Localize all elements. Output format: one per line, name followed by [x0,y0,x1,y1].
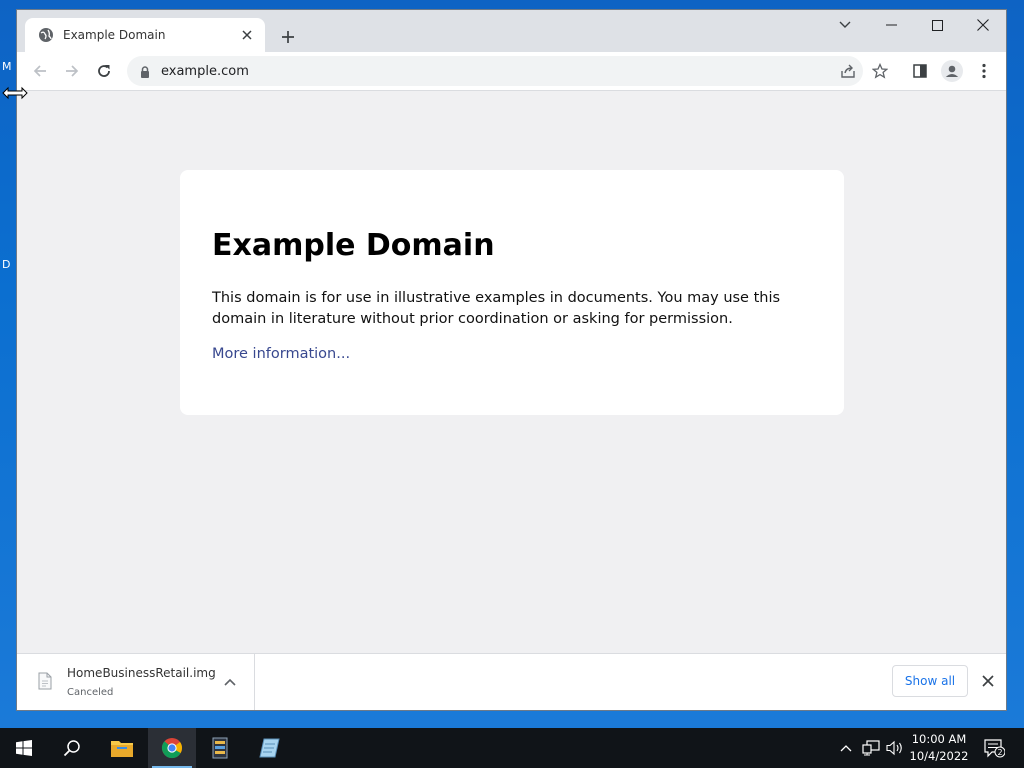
close-download-bar-icon[interactable] [978,671,998,691]
content-card: Example Domain This domain is for use in… [180,170,844,415]
download-filename: HomeBusinessRetail.img [67,666,216,680]
star-icon[interactable] [868,59,892,83]
notification-count: 2 [997,748,1002,757]
clock[interactable]: 10:00 AM 10/4/2022 [906,731,972,765]
browser-window: Example Domain example.com Example Domai… [17,10,1006,710]
file-icon [38,672,52,690]
lock-icon[interactable] [138,64,152,78]
app-icon[interactable] [196,728,244,768]
volume-icon[interactable] [884,728,906,768]
show-hidden-icons-icon[interactable] [836,728,856,768]
maximize-icon[interactable] [914,10,960,40]
share-icon[interactable] [836,59,860,83]
new-tab-icon[interactable] [276,25,300,49]
resize-cursor-icon [2,86,28,100]
browser-toolbar: example.com [17,52,1006,91]
forward-icon[interactable] [60,59,84,83]
globe-icon [38,27,54,43]
side-panel-icon[interactable] [908,59,932,83]
profile-icon[interactable] [940,59,964,83]
desktop-icon-label: D [2,258,11,271]
page-viewport: Example Domain This domain is for use in… [17,91,1006,653]
reload-icon[interactable] [92,59,116,83]
tab-example-domain[interactable]: Example Domain [25,18,265,52]
minimize-icon[interactable] [868,10,914,40]
taskbar: 10:00 AM 10/4/2022 2 [0,728,1024,768]
download-status: Canceled [67,687,114,698]
menu-icon[interactable] [972,59,996,83]
close-icon[interactable] [960,10,1006,40]
address-bar[interactable]: example.com [127,56,863,86]
start-icon[interactable] [0,728,48,768]
tab-title: Example Domain [63,28,166,42]
chevron-up-icon[interactable] [220,672,240,692]
chrome-icon[interactable] [148,728,196,768]
network-icon[interactable] [860,728,882,768]
search-icon[interactable] [48,728,96,768]
clock-time: 10:00 AM [911,732,967,746]
more-information-link[interactable]: More information... [212,346,350,362]
tab-search-icon[interactable] [822,10,868,40]
title-bar: Example Domain [17,10,1006,52]
show-all-button[interactable]: Show all [892,665,968,697]
file-explorer-icon[interactable] [98,728,146,768]
download-bar: HomeBusinessRetail.img Canceled Show all [17,653,1006,710]
tab-close-icon[interactable] [239,27,255,43]
notepad-icon[interactable] [246,728,294,768]
download-item[interactable]: HomeBusinessRetail.img Canceled [17,654,255,710]
desktop-icon-label: M [2,60,12,73]
back-icon[interactable] [28,59,52,83]
page-description: This domain is for use in illustrative e… [212,290,781,327]
url-text: example.com [161,63,249,79]
clock-date: 10/4/2022 [909,749,969,763]
notifications-icon[interactable]: 2 [980,728,1008,768]
page-heading: Example Domain [212,228,495,263]
